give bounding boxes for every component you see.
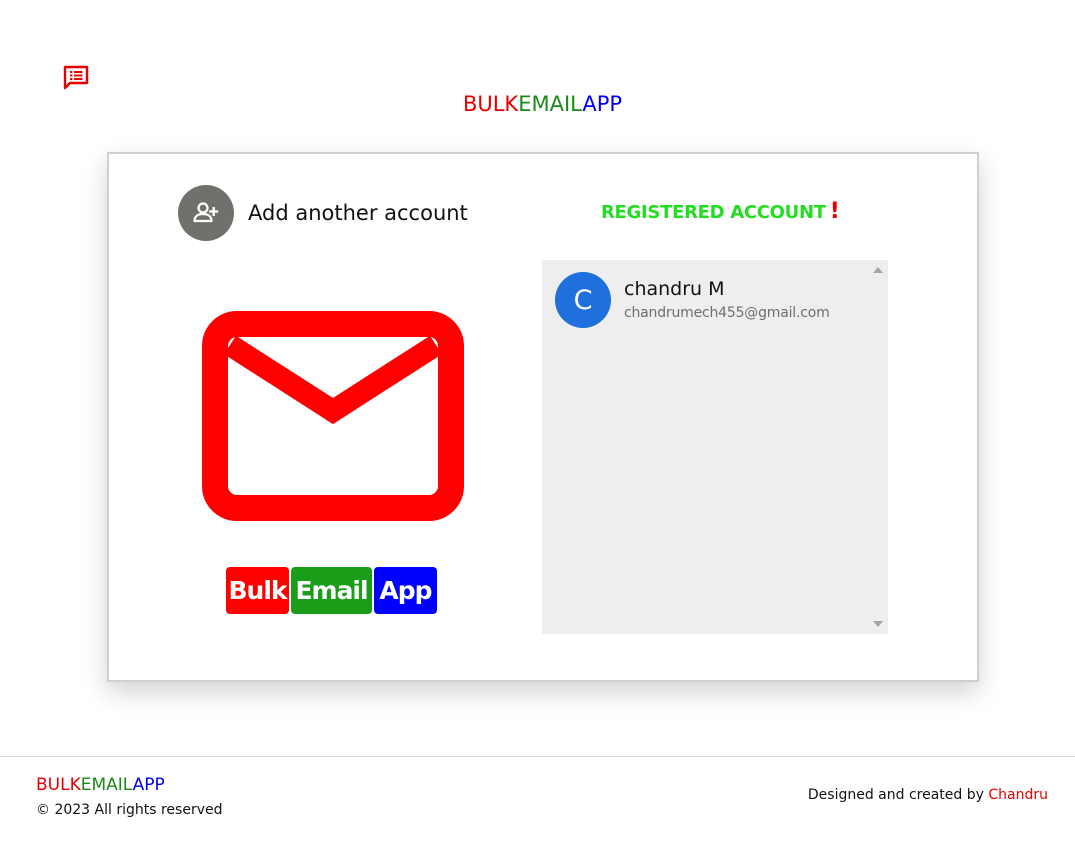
badge-app: App [374,567,437,614]
app-title-app: APP [582,92,623,116]
account-list-item[interactable]: C chandru M chandrumech455@gmail.com [555,272,830,328]
registered-accounts-list[interactable]: C chandru M chandrumech455@gmail.com [542,260,888,634]
registered-account-mark: ! [829,199,840,224]
footer-credit-prefix: Designed and created by [807,787,984,803]
registered-account-title: REGISTERED ACCOUNT! [601,199,840,224]
account-card: Add another account REGISTERED ACCOUNT! … [107,152,979,682]
badge-email: Email [291,567,372,614]
account-details: chandru M chandrumech455@gmail.com [624,276,830,324]
footer-brand-email: EMAIL [80,775,133,795]
footer-brand-app: APP [132,775,165,795]
footer-credit: Designed and created by Chandru [808,787,1048,803]
registered-account-text: REGISTERED ACCOUNT [601,202,826,223]
account-name: chandru M [624,278,725,300]
add-account-label: Add another account [248,201,468,225]
add-account-button[interactable]: Add another account [178,185,468,241]
scroll-up-arrow-icon[interactable] [873,267,883,273]
footer-copyright: © 2023 All rights reserved [36,802,223,818]
brand-badges: Bulk Email App [226,567,437,614]
badge-bulk: Bulk [226,567,289,614]
account-avatar: C [555,272,611,328]
mail-envelope-icon [202,311,464,521]
app-title-email: EMAIL [518,92,583,116]
account-email: chandrumech455@gmail.com [624,305,830,321]
app-title: BULKEMAILAPP [0,92,1075,116]
footer-credit-author-link[interactable]: Chandru [988,787,1048,803]
list-scrollbar[interactable] [868,260,888,634]
feedback-list-icon[interactable] [62,64,90,92]
footer-brand-bulk: BULK [36,775,81,795]
footer-brand: BULKEMAILAPP [36,775,165,795]
scroll-down-arrow-icon[interactable] [873,621,883,627]
footer-divider [0,756,1075,757]
person-add-icon [178,185,234,241]
app-title-bulk: BULK [462,92,519,116]
